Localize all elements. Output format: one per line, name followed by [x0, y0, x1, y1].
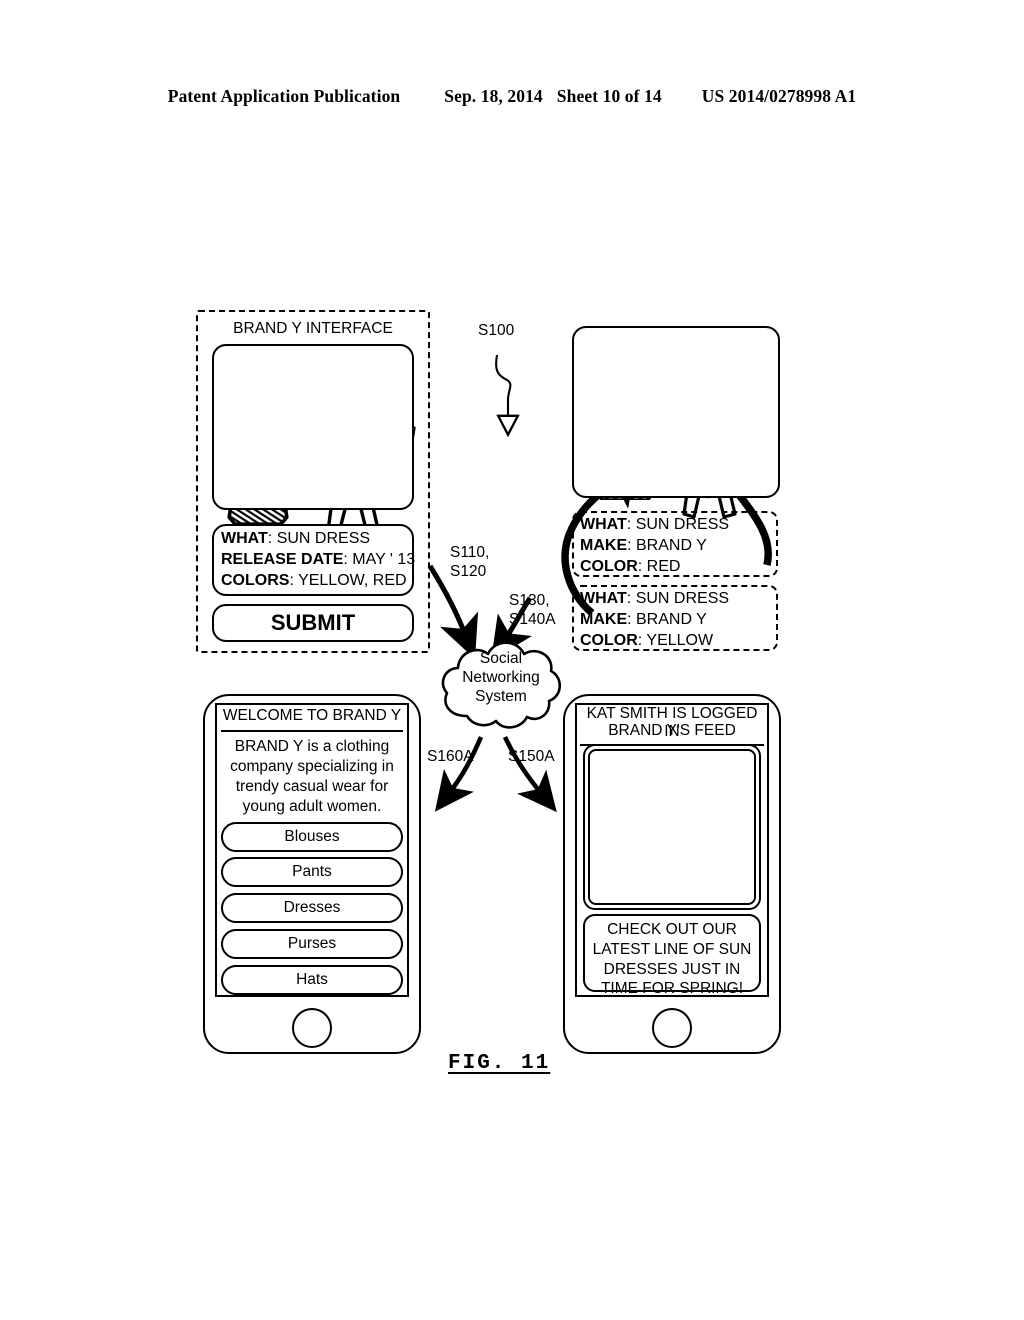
menu-item-purses[interactable]: Purses [221, 929, 403, 959]
figure-caption: FIG. 11 [448, 1052, 551, 1075]
menu-item-label: Pants [292, 863, 332, 880]
form-row-key: WHAT [221, 530, 268, 547]
object-card-row: WHAT: SUN DRESS [580, 590, 730, 607]
step-label-s120: S120 [450, 562, 487, 580]
submit-button[interactable]: SUBMIT [212, 604, 414, 642]
object-card-value: YELLOW [646, 631, 714, 649]
object-card-red-rows: WHAT: SUN DRESS MAKE: BRAND Y COLOR: RED [580, 515, 776, 577]
menu-item-label: Blouses [284, 828, 340, 845]
object-card-row: MAKE: BRAND Y [580, 610, 707, 628]
brand-phone-home-button[interactable] [292, 1008, 332, 1048]
form-row: COLORS: YELLOW, RED [221, 571, 411, 592]
step-label-s130-s140a: S130, S140A [509, 592, 556, 630]
cloud-label-line1: Social [479, 650, 523, 667]
form-rows: WHAT: SUN DRESS RELEASE DATE: MAY ' 13 C… [221, 529, 415, 592]
brand-y-preview-box [212, 344, 414, 510]
object-card-row: COLOR: YELLOW [580, 631, 714, 649]
form-row: WHAT: SUN DRESS [221, 529, 411, 550]
cloud-label-line3: System [475, 687, 527, 705]
step-label-s100: S100 [478, 322, 515, 339]
object-card-key: COLOR [580, 557, 638, 575]
user-feed-image-frame-inner[interactable] [588, 749, 756, 905]
arrow-s100 [495, 354, 510, 424]
object-card-row: MAKE: BRAND Y [580, 536, 707, 554]
header-date: Sep. 18, 2014 [444, 86, 543, 106]
step-label-s140a: S140A [509, 610, 556, 628]
user-feed-post-text: CHECK OUT OUR LATEST LINE OF SUN DRESSES… [592, 921, 752, 998]
submit-button-label: SUBMIT [270, 610, 356, 635]
user-phone-subtitle: BRAND Y'S FEED [608, 722, 736, 739]
object-card-yellow-rows: WHAT: SUN DRESS MAKE: BRAND Y COLOR: YEL… [580, 589, 776, 651]
object-card-row: WHAT: SUN DRESS [580, 516, 730, 533]
menu-item-hats[interactable]: Hats [221, 965, 403, 995]
object-card-row: COLOR: RED [580, 557, 681, 575]
header-number: US 2014/0278998 A1 [701, 86, 857, 106]
menu-item-label: Dresses [283, 899, 341, 916]
patent-sheet: Patent Application Publication Sep. 18, 2… [0, 0, 1024, 1320]
step-label-s110-s120: S110, S120 [450, 544, 489, 582]
menu-item-pants[interactable]: Pants [221, 857, 403, 887]
menu-item-label: Hats [296, 971, 328, 988]
brand-phone-title: WELCOME TO BRAND Y [221, 707, 403, 732]
form-row-value: YELLOW, RED [298, 571, 407, 589]
object-card-value: BRAND Y [636, 610, 707, 628]
object-card-key: MAKE [580, 536, 628, 554]
object-card-value: RED [646, 557, 681, 575]
object-card-value: SUN DRESS [635, 590, 730, 607]
sheet-header: Patent Application Publication Sep. 18, 2… [0, 86, 1024, 107]
form-row: RELEASE DATE: MAY ' 13 [221, 550, 415, 571]
form-row-key: RELEASE DATE [221, 550, 344, 568]
menu-item-blouses[interactable]: Blouses [221, 822, 403, 852]
tagged-content-panel [572, 326, 780, 498]
step-label-s110: S110, [450, 544, 490, 561]
form-row-value: MAY ' 13 [352, 550, 416, 568]
object-card-key: WHAT [580, 590, 627, 607]
step-label-s160a: S160A [427, 748, 474, 765]
user-phone-home-button[interactable] [652, 1008, 692, 1048]
cloud-label-line2: Networking [462, 668, 540, 686]
object-card-key: WHAT [580, 516, 627, 533]
header-publication: Patent Application Publication [167, 86, 401, 106]
object-card-key: COLOR [580, 631, 638, 649]
brand-phone-description: BRAND Y is a clothing company specializi… [230, 738, 394, 816]
object-card-key: MAKE [580, 610, 628, 628]
menu-item-dresses[interactable]: Dresses [221, 893, 403, 923]
step-label-s150a: S150A [508, 748, 555, 765]
object-card-value: SUN DRESS [635, 516, 730, 533]
form-row-sep: : [289, 571, 299, 589]
step-label-s130: S130, [509, 592, 550, 609]
cloud-label: Social Networking System [437, 650, 565, 707]
form-row-sep: : [343, 550, 353, 568]
header-sheet: Sheet 10 of 14 [556, 86, 662, 106]
form-row-sep: : [267, 530, 277, 547]
form-row-value: SUN DRESS [276, 530, 371, 547]
menu-item-label: Purses [287, 935, 337, 952]
form-row-key: COLORS [221, 571, 290, 589]
object-card-value: BRAND Y [636, 536, 707, 554]
brand-y-interface-title: BRAND Y INTERFACE [233, 320, 393, 337]
